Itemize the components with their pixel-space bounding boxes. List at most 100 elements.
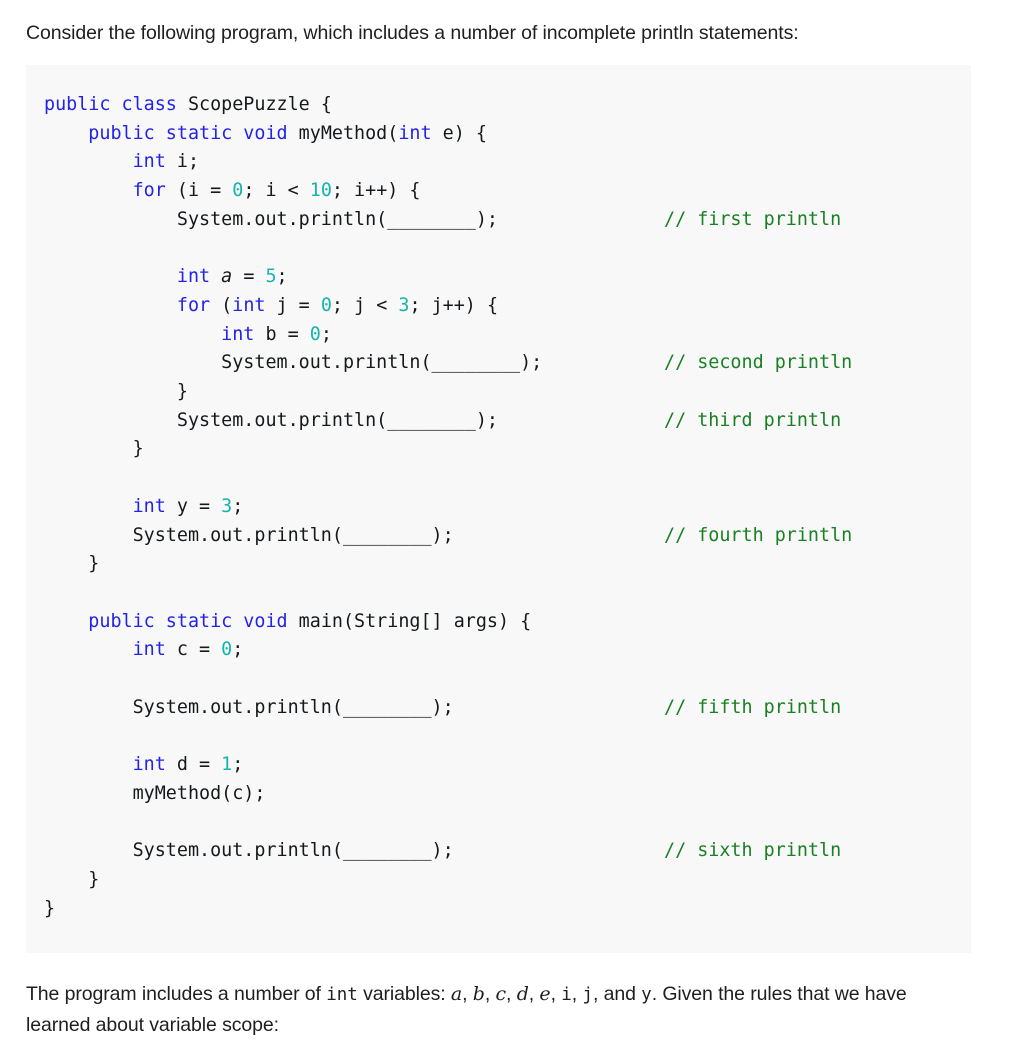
code-token-plain: System.out.println(________); bbox=[221, 352, 543, 374]
code-line: int i; bbox=[44, 148, 971, 177]
code-token-plain: ( bbox=[210, 294, 233, 316]
var-d: d bbox=[516, 983, 529, 1006]
code-line-text: public static void main(String[] args) { bbox=[44, 611, 531, 632]
code-line-text: } bbox=[44, 898, 55, 919]
code-line: int d = 1; bbox=[44, 751, 971, 780]
code-token-plain: ; bbox=[232, 754, 244, 776]
code-token-plain: c = bbox=[165, 639, 222, 661]
code-line-text: int c = 0; bbox=[44, 639, 244, 661]
code-token-plain: y = bbox=[165, 495, 222, 517]
code-line-text: int a = 5; bbox=[44, 266, 288, 287]
code-token-num: 0 bbox=[221, 639, 233, 661]
code-line-text: public static void myMethod(int e) { bbox=[44, 123, 487, 144]
code-token-plain: } bbox=[132, 438, 144, 460]
code-comment: // fourth println bbox=[664, 524, 853, 546]
code-line: int y = 3; bbox=[44, 493, 971, 522]
code-token-plain: e) { bbox=[431, 122, 487, 144]
var-j: j bbox=[582, 985, 593, 1006]
code-token-plain: ; i++) { bbox=[331, 180, 421, 202]
code-line: int a = 5; bbox=[44, 263, 971, 292]
code-line: System.out.println(________); // fourth p… bbox=[44, 522, 971, 551]
code-token-kw: int bbox=[221, 323, 255, 345]
closing-paragraph: The program includes a number of int var… bbox=[0, 953, 1024, 1060]
code-line-text: for (i = 0; i < 10; i++) { bbox=[44, 180, 421, 202]
code-token-kw: int bbox=[398, 122, 432, 144]
code-token-num: 0 bbox=[232, 180, 244, 202]
code-line-text: System.out.println(________); bbox=[44, 352, 542, 373]
code-token-plain: ScopePuzzle { bbox=[176, 94, 332, 115]
code-token-plain: d = bbox=[165, 754, 222, 776]
code-line: public static void myMethod(int e) { bbox=[44, 120, 971, 149]
code-line-text: } bbox=[44, 438, 144, 459]
var-i: i bbox=[561, 985, 572, 1006]
code-line: } bbox=[44, 895, 971, 924]
code-token-plain: (i = bbox=[165, 180, 233, 202]
code-line: System.out.println(________); // sixth pr… bbox=[44, 837, 971, 866]
code-line-text: public class ScopePuzzle { bbox=[44, 94, 332, 115]
code-token-plain: } bbox=[88, 553, 100, 575]
code-token-num: 0 bbox=[309, 323, 321, 345]
code-comment: // fifth println bbox=[664, 696, 842, 718]
code-line: myMethod(c); bbox=[44, 780, 971, 809]
code-token-ital: a bbox=[210, 266, 233, 288]
code-line: for (int j = 0; j < 3; j++) { bbox=[44, 292, 971, 321]
code-token-plain: System.out.println(________); bbox=[176, 409, 498, 431]
sep-4: , bbox=[528, 983, 540, 1006]
code-token-plain: b = bbox=[254, 323, 310, 345]
code-line: System.out.println(________); // third pr… bbox=[44, 407, 971, 436]
code-block: public class ScopePuzzle { public static… bbox=[26, 65, 971, 954]
code-comment: // second println bbox=[664, 352, 853, 374]
code-token-plain: ; j < bbox=[331, 294, 399, 316]
code-listing: public class ScopePuzzle { public static… bbox=[26, 91, 971, 923]
closing-text-part1: The program includes a number of bbox=[26, 983, 327, 1006]
code-token-kw: int bbox=[132, 495, 166, 517]
code-token-kw: int bbox=[176, 266, 211, 288]
code-token-kw: for bbox=[176, 294, 211, 316]
code-line-text: } bbox=[44, 381, 188, 402]
code-token-plain: ; bbox=[276, 266, 288, 288]
code-line: public static void main(String[] args) { bbox=[44, 608, 971, 637]
code-token-kw: public class bbox=[44, 94, 177, 115]
code-token-plain: System.out.println(________); bbox=[176, 208, 498, 230]
code-line-text: System.out.println(________); bbox=[44, 840, 454, 861]
var-e: e bbox=[539, 983, 551, 1006]
inline-code-int: int bbox=[326, 985, 358, 1006]
sep-1: , bbox=[462, 983, 473, 1006]
var-c: c bbox=[495, 983, 507, 1006]
code-line: int b = 0; bbox=[44, 321, 971, 350]
code-token-plain: ; j++) { bbox=[409, 294, 499, 316]
code-token-plain: ; bbox=[232, 639, 244, 661]
code-line-text: System.out.println(________); bbox=[44, 410, 498, 431]
code-token-num: 3 bbox=[221, 495, 233, 517]
code-line-text: } bbox=[44, 869, 99, 890]
code-token-num: 1 bbox=[221, 754, 233, 776]
code-line: } bbox=[44, 866, 971, 895]
code-token-plain: ; bbox=[232, 495, 244, 517]
sep-2: , bbox=[484, 983, 496, 1006]
code-token-plain: System.out.println(________); bbox=[132, 524, 454, 546]
page-root: Consider the following program, which in… bbox=[0, 0, 1024, 1060]
code-token-num: 0 bbox=[320, 294, 332, 316]
code-line: System.out.println(________); // fifth pr… bbox=[44, 694, 971, 723]
code-token-num: 5 bbox=[265, 266, 277, 288]
code-line: public class ScopePuzzle { bbox=[44, 91, 971, 120]
code-line: System.out.println(________); // second p… bbox=[44, 349, 971, 378]
code-token-plain: System.out.println(________); bbox=[132, 696, 454, 718]
code-token-plain: main(String[] args) { bbox=[287, 610, 532, 632]
code-token-kw: int bbox=[232, 294, 266, 316]
var-y: y bbox=[641, 985, 652, 1006]
code-token-kw: int bbox=[132, 754, 166, 776]
code-token-plain: myMethod( bbox=[287, 122, 399, 144]
closing-text-part2: variables: bbox=[357, 983, 451, 1006]
sep-5: , bbox=[550, 983, 562, 1006]
code-line-text: for (int j = 0; j < 3; j++) { bbox=[44, 295, 498, 316]
intro-paragraph: Consider the following program, which in… bbox=[26, 22, 799, 44]
code-line-text: int d = 1; bbox=[44, 754, 244, 776]
code-token-kw: int bbox=[132, 639, 166, 661]
